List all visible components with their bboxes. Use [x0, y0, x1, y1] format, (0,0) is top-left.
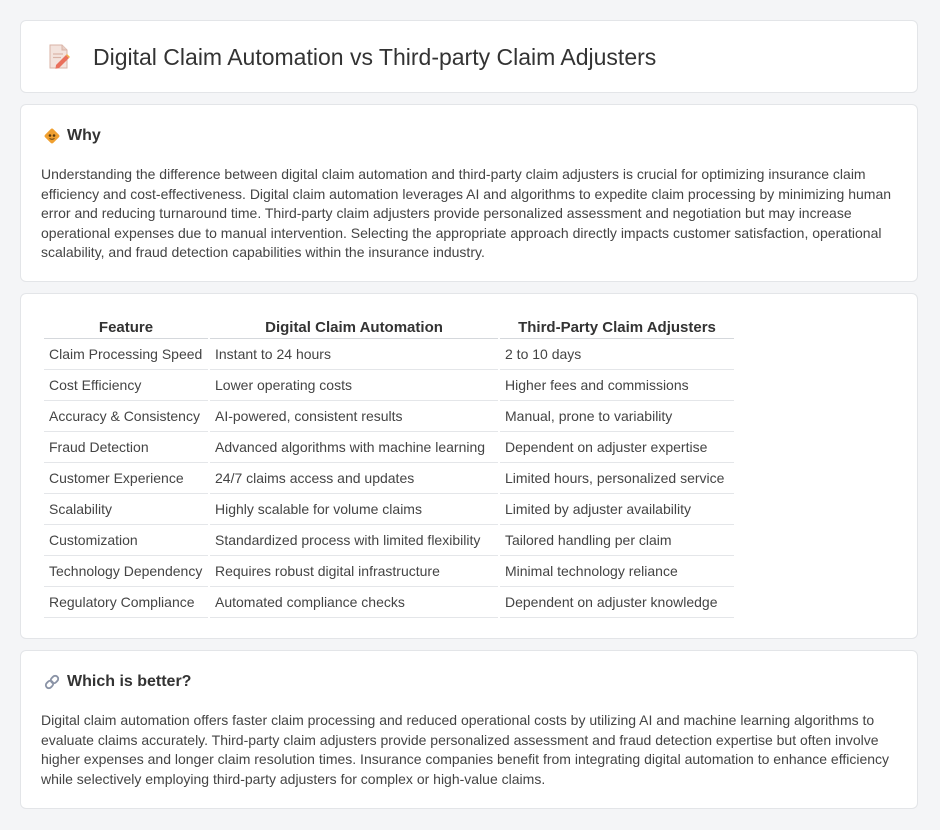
feature-cell: Accuracy & Consistency — [44, 401, 208, 432]
digital-cell: Requires robust digital infrastructure — [210, 556, 498, 587]
header-feature: Feature — [44, 315, 208, 339]
adjuster-cell: Dependent on adjuster knowledge — [500, 587, 734, 618]
digital-cell: AI-powered, consistent results — [210, 401, 498, 432]
table-row: Scalability Highly scalable for volume c… — [44, 494, 734, 525]
feature-cell: Scalability — [44, 494, 208, 525]
adjuster-cell: Higher fees and commissions — [500, 370, 734, 401]
better-header: Which is better? — [43, 673, 191, 691]
table-row: Cost Efficiency Lower operating costs Hi… — [44, 370, 734, 401]
adjuster-cell: Dependent on adjuster expertise — [500, 432, 734, 463]
table-row: Customer Experience 24/7 claims access a… — [44, 463, 734, 494]
feature-cell: Technology Dependency — [44, 556, 208, 587]
adjuster-cell: Minimal technology reliance — [500, 556, 734, 587]
why-header: Why — [43, 127, 101, 145]
digital-cell: Automated compliance checks — [210, 587, 498, 618]
table-row: Regulatory Compliance Automated complian… — [44, 587, 734, 618]
title-card: Digital Claim Automation vs Third-party … — [20, 20, 918, 93]
document-pencil-icon — [49, 44, 70, 69]
table-row: Accuracy & Consistency AI-powered, consi… — [44, 401, 734, 432]
diamond-warning-icon — [44, 128, 60, 144]
page-title: Digital Claim Automation vs Third-party … — [93, 43, 657, 70]
adjuster-cell: 2 to 10 days — [500, 339, 734, 370]
feature-cell: Cost Efficiency — [44, 370, 208, 401]
link-icon — [44, 674, 60, 690]
better-text: Digital claim automation offers faster c… — [41, 712, 890, 787]
which-is-better-section: Which is better? Digital claim automatio… — [20, 650, 918, 809]
digital-cell: Instant to 24 hours — [210, 339, 498, 370]
digital-cell: Advanced algorithms with machine learnin… — [210, 432, 498, 463]
digital-cell: 24/7 claims access and updates — [210, 463, 498, 494]
why-text: Understanding the difference between dig… — [41, 166, 892, 261]
adjuster-cell: Limited by adjuster availability — [500, 494, 734, 525]
why-section: Why Understanding the difference between… — [20, 104, 918, 282]
feature-cell: Customer Experience — [44, 463, 208, 494]
table-row: Claim Processing Speed Instant to 24 hou… — [44, 339, 734, 370]
feature-cell: Regulatory Compliance — [44, 587, 208, 618]
digital-cell: Standardized process with limited flexib… — [210, 525, 498, 556]
adjuster-cell: Tailored handling per claim — [500, 525, 734, 556]
header-digital-claim-automation: Digital Claim Automation — [210, 315, 498, 339]
feature-cell: Claim Processing Speed — [44, 339, 208, 370]
table-header-row: Feature Digital Claim Automation Third-P… — [44, 315, 734, 339]
comparison-table: Feature Digital Claim Automation Third-P… — [42, 315, 736, 618]
digital-cell: Highly scalable for volume claims — [210, 494, 498, 525]
feature-cell: Fraud Detection — [44, 432, 208, 463]
better-heading: Which is better? — [67, 673, 192, 690]
table-row: Technology Dependency Requires robust di… — [44, 556, 734, 587]
adjuster-cell: Limited hours, personalized service — [500, 463, 734, 494]
adjuster-cell: Manual, prone to variability — [500, 401, 734, 432]
title-row: Digital Claim Automation vs Third-party … — [47, 43, 656, 71]
feature-cell: Customization — [44, 525, 208, 556]
table-row: Fraud Detection Advanced algorithms with… — [44, 432, 734, 463]
table-row: Customization Standardized process with … — [44, 525, 734, 556]
comparison-table-section: Feature Digital Claim Automation Third-P… — [20, 293, 918, 639]
digital-cell: Lower operating costs — [210, 370, 498, 401]
why-heading: Why — [67, 127, 101, 144]
header-third-party-claim-adjusters: Third-Party Claim Adjusters — [500, 315, 734, 339]
